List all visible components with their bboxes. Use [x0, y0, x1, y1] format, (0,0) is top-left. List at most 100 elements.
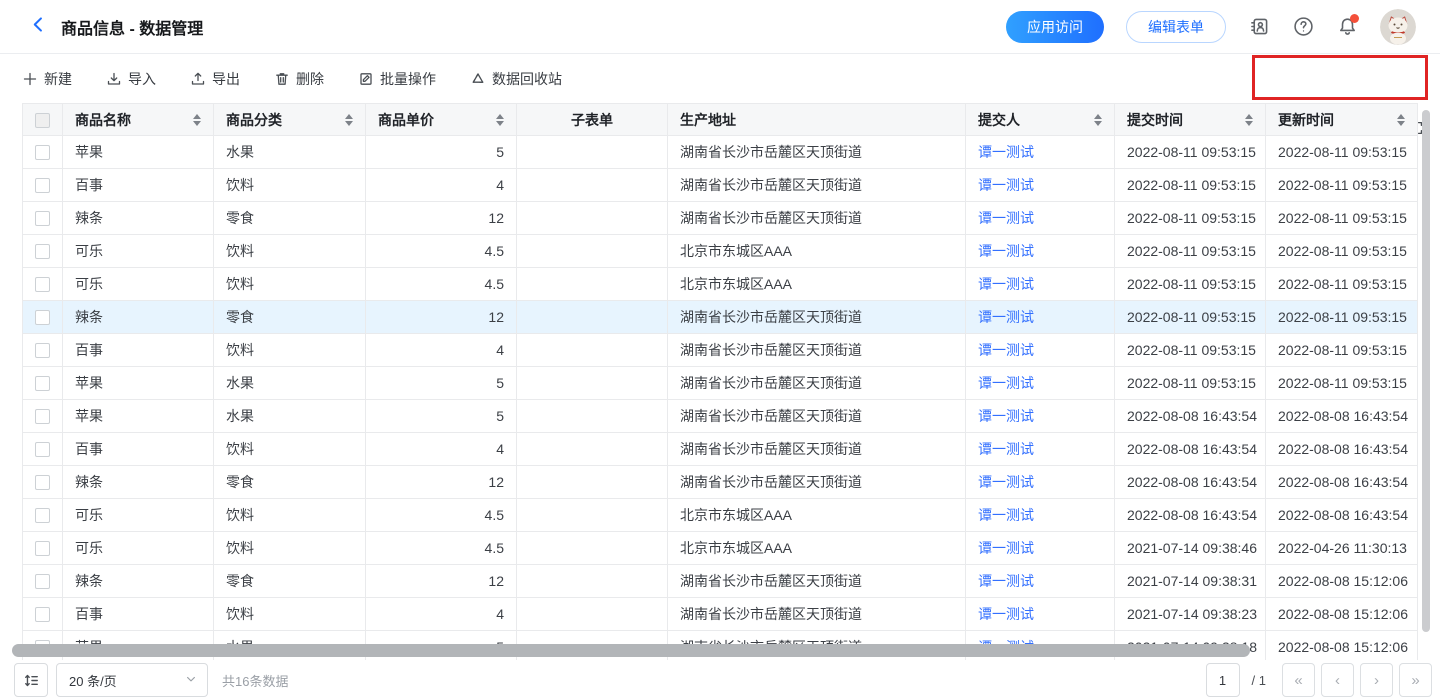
toolbar-action-recycle[interactable]: 数据回收站	[470, 69, 562, 89]
next-page-button[interactable]: ›	[1360, 663, 1393, 697]
row-checkbox-cell	[23, 136, 63, 169]
table-row[interactable]: 可乐饮料4.5北京市东城区AAA谭一测试2022-08-11 09:53:152…	[23, 268, 1418, 301]
column-header-category[interactable]: 商品分类	[214, 104, 366, 136]
row-checkbox[interactable]	[35, 244, 50, 259]
avatar[interactable]	[1380, 9, 1416, 45]
horizontal-scrollbar[interactable]	[12, 644, 1250, 657]
table-row[interactable]: 辣条零食12湖南省长沙市岳麓区天顶街道谭一测试2021-07-14 09:38:…	[23, 565, 1418, 598]
submitter-link[interactable]: 谭一测试	[978, 441, 1034, 457]
table-row[interactable]: 可乐饮料4.5北京市东城区AAA谭一测试2021-07-14 09:38:462…	[23, 532, 1418, 565]
table-row[interactable]: 百事饮料4湖南省长沙市岳麓区天顶街道谭一测试2021-07-14 09:38:2…	[23, 598, 1418, 631]
column-header-submitter[interactable]: 提交人	[966, 104, 1115, 136]
row-checkbox[interactable]	[35, 475, 50, 490]
column-header-price[interactable]: 商品单价	[366, 104, 517, 136]
submitter-link[interactable]: 谭一测试	[978, 210, 1034, 226]
submitter-link[interactable]: 谭一测试	[978, 507, 1034, 523]
cell-submit_time: 2022-08-08 16:43:54	[1115, 400, 1266, 433]
table-row[interactable]: 辣条零食12湖南省长沙市岳麓区天顶街道谭一测试2022-08-11 09:53:…	[23, 301, 1418, 334]
submitter-link[interactable]: 谭一测试	[978, 540, 1034, 556]
page-size-select[interactable]: 20 条/页	[56, 663, 208, 697]
cell-submit_time: 2021-07-14 09:38:31	[1115, 565, 1266, 598]
column-label: 提交人	[978, 110, 1020, 130]
table-row[interactable]: 百事饮料4湖南省长沙市岳麓区天顶街道谭一测试2022-08-11 09:53:1…	[23, 334, 1418, 367]
row-checkbox[interactable]	[35, 409, 50, 424]
column-header-name[interactable]: 商品名称	[63, 104, 214, 136]
cell-name: 可乐	[63, 235, 214, 268]
cell-price: 12	[366, 202, 517, 235]
table-row[interactable]: 苹果水果5湖南省长沙市岳麓区天顶街道谭一测试2022-08-08 16:43:5…	[23, 400, 1418, 433]
app-access-button[interactable]: 应用访问	[1006, 11, 1104, 43]
page-number-input[interactable]	[1206, 663, 1240, 697]
table-row[interactable]: 辣条零食12湖南省长沙市岳麓区天顶街道谭一测试2022-08-11 09:53:…	[23, 202, 1418, 235]
submitter-link[interactable]: 谭一测试	[978, 243, 1034, 259]
row-checkbox[interactable]	[35, 376, 50, 391]
row-checkbox[interactable]	[35, 277, 50, 292]
cell-submitter: 谭一测试	[966, 433, 1115, 466]
cell-submitter: 谭一测试	[966, 235, 1115, 268]
row-checkbox[interactable]	[35, 574, 50, 589]
cell-category: 饮料	[214, 532, 366, 565]
row-checkbox[interactable]	[35, 508, 50, 523]
prev-page-button[interactable]: ‹	[1321, 663, 1354, 697]
table-row[interactable]: 可乐饮料4.5北京市东城区AAA谭一测试2022-08-11 09:53:152…	[23, 235, 1418, 268]
toolbar-action-import[interactable]: 导入	[106, 69, 156, 89]
toolbar-action-plus[interactable]: 新建	[22, 69, 72, 89]
submitter-link[interactable]: 谭一测试	[978, 342, 1034, 358]
row-checkbox[interactable]	[35, 442, 50, 457]
submitter-link[interactable]: 谭一测试	[978, 606, 1034, 622]
row-checkbox[interactable]	[35, 145, 50, 160]
sort-icon[interactable]	[1391, 114, 1405, 126]
row-checkbox[interactable]	[35, 343, 50, 358]
cell-price: 4	[366, 433, 517, 466]
toolbar-action-export[interactable]: 导出	[190, 69, 240, 89]
submitter-link[interactable]: 谭一测试	[978, 309, 1034, 325]
select-all-checkbox[interactable]	[35, 113, 50, 128]
toolbar-action-batch[interactable]: 批量操作	[358, 69, 436, 89]
row-checkbox[interactable]	[35, 178, 50, 193]
submitter-link[interactable]: 谭一测试	[978, 177, 1034, 193]
table-row[interactable]: 百事饮料4湖南省长沙市岳麓区天顶街道谭一测试2022-08-08 16:43:5…	[23, 433, 1418, 466]
column-header-submit_time[interactable]: 提交时间	[1115, 104, 1266, 136]
edit-form-button[interactable]: 编辑表单	[1126, 11, 1226, 43]
sort-icon[interactable]	[490, 114, 504, 126]
row-checkbox[interactable]	[35, 310, 50, 325]
submitter-link[interactable]: 谭一测试	[978, 144, 1034, 160]
row-checkbox[interactable]	[35, 541, 50, 556]
bell-icon[interactable]	[1336, 16, 1358, 38]
row-checkbox[interactable]	[35, 607, 50, 622]
table-row[interactable]: 辣条零食12湖南省长沙市岳麓区天顶街道谭一测试2022-08-08 16:43:…	[23, 466, 1418, 499]
sort-icon[interactable]	[1239, 114, 1253, 126]
table-row[interactable]: 可乐饮料4.5北京市东城区AAA谭一测试2022-08-08 16:43:542…	[23, 499, 1418, 532]
table-row[interactable]: 苹果水果5湖南省长沙市岳麓区天顶街道谭一测试2022-08-11 09:53:1…	[23, 367, 1418, 400]
cell-submitter: 谭一测试	[966, 598, 1115, 631]
app-root: 商品信息 - 数据管理 应用访问 编辑表单 新建导入导出删除批量操作数据回收站	[0, 0, 1440, 700]
cell-submitter: 谭一测试	[966, 400, 1115, 433]
cell-category: 水果	[214, 136, 366, 169]
contacts-icon[interactable]	[1248, 16, 1270, 38]
column-header-update_time[interactable]: 更新时间	[1266, 104, 1418, 136]
row-checkbox-cell	[23, 532, 63, 565]
cell-update_time: 2022-08-08 16:43:54	[1266, 433, 1418, 466]
submitter-link[interactable]: 谭一测试	[978, 573, 1034, 589]
last-page-button[interactable]: »	[1399, 663, 1432, 697]
submitter-link[interactable]: 谭一测试	[978, 375, 1034, 391]
submitter-link[interactable]: 谭一测试	[978, 408, 1034, 424]
submitter-link[interactable]: 谭一测试	[978, 276, 1034, 292]
sort-icon[interactable]	[339, 114, 353, 126]
table-row[interactable]: 苹果水果5湖南省长沙市岳麓区天顶街道谭一测试2022-08-11 09:53:1…	[23, 136, 1418, 169]
row-checkbox[interactable]	[35, 211, 50, 226]
sort-icon[interactable]	[187, 114, 201, 126]
table-row[interactable]: 百事饮料4湖南省长沙市岳麓区天顶街道谭一测试2022-08-11 09:53:1…	[23, 169, 1418, 202]
toolbar-action-delete[interactable]: 删除	[274, 69, 324, 89]
first-page-button[interactable]: «	[1282, 663, 1315, 697]
row-height-button[interactable]	[14, 663, 48, 697]
toolbar-action-label: 删除	[296, 69, 324, 89]
help-icon[interactable]	[1292, 16, 1314, 38]
sort-icon[interactable]	[1088, 114, 1102, 126]
vertical-scrollbar[interactable]	[1422, 110, 1430, 632]
cell-subform	[517, 136, 668, 169]
submitter-link[interactable]: 谭一测试	[978, 474, 1034, 490]
cell-update_time: 2022-08-11 09:53:15	[1266, 202, 1418, 235]
cell-category: 饮料	[214, 268, 366, 301]
back-button[interactable]	[30, 16, 47, 38]
